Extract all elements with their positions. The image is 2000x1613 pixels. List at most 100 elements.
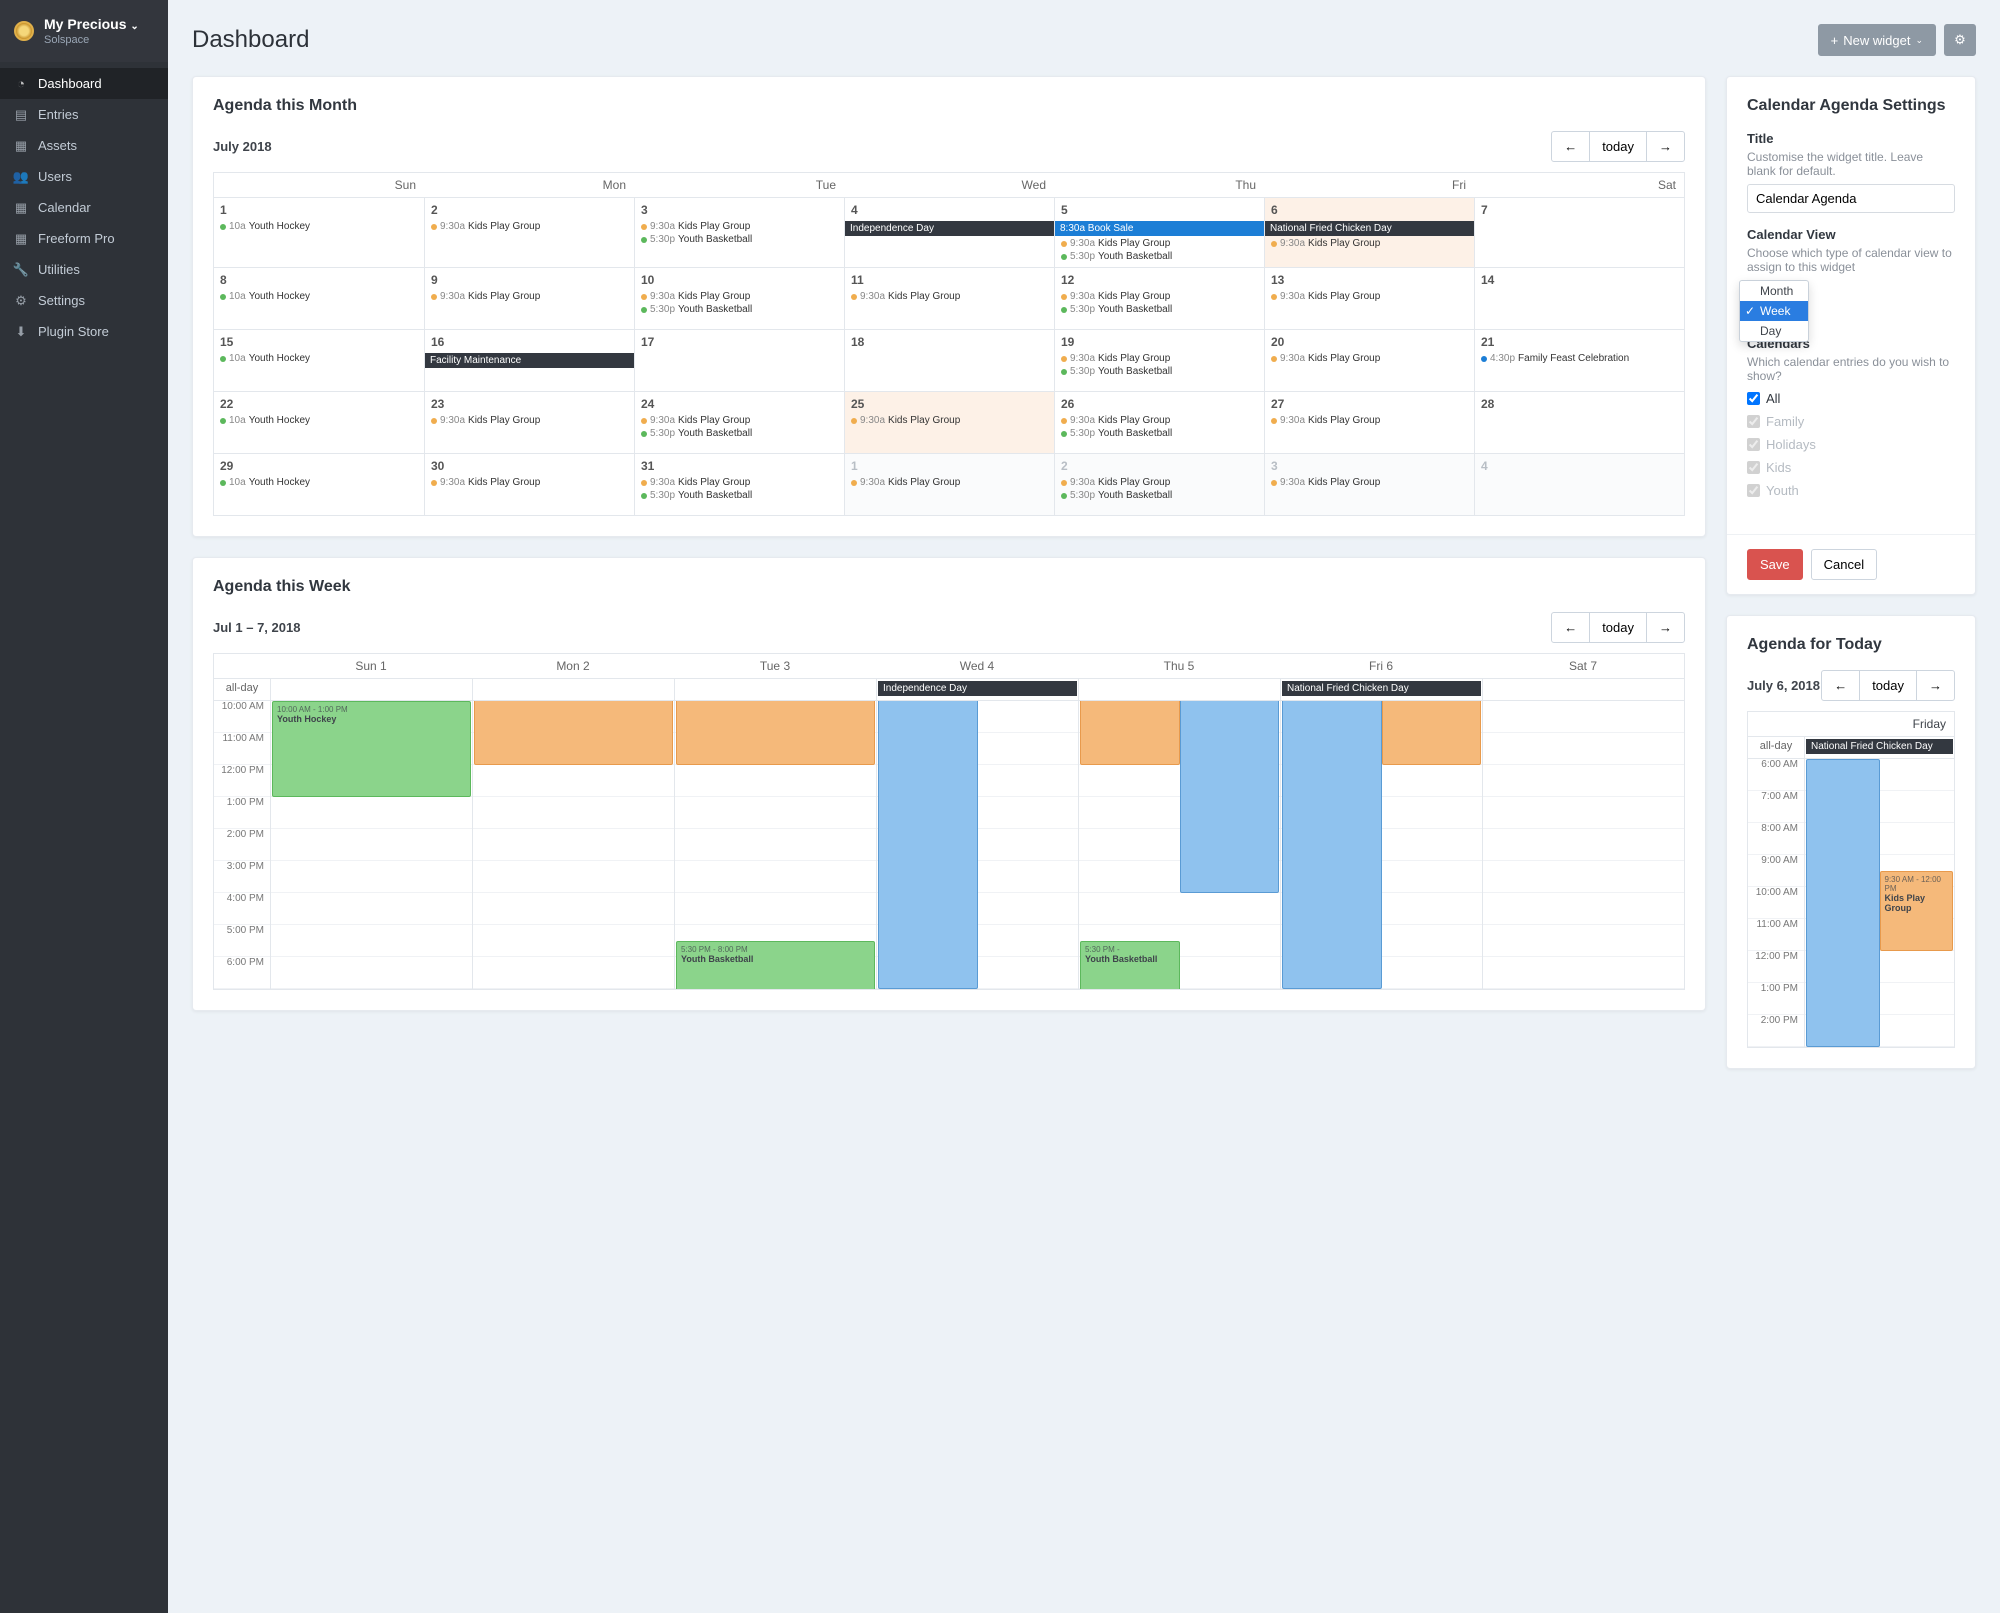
week-grid[interactable]: Sun 1Mon 2Tue 3Wed 4Thu 5Fri 6Sat 7 all-… [213, 653, 1685, 990]
settings-button[interactable]: ⚙ [1944, 24, 1976, 56]
day-cell[interactable]: 119:30a Kids Play Group [844, 268, 1054, 329]
today-grid[interactable]: Friday all-day National Fried Chicken Da… [1747, 711, 1955, 1048]
event[interactable]: 9:30a Kids Play Group [847, 290, 1052, 303]
day-cell[interactable]: 109:30a Kids Play Group5:30p Youth Baske… [634, 268, 844, 329]
view-dropdown[interactable]: MonthWeekDay [1739, 280, 1809, 342]
day-cell[interactable]: 199:30a Kids Play Group5:30p Youth Baske… [1054, 330, 1264, 391]
allday-event[interactable]: National Fried Chicken Day [1282, 681, 1481, 696]
nav-item-entries[interactable]: ▤Entries [0, 99, 168, 130]
event[interactable]: 9:30a Kids Play Group [637, 476, 842, 489]
event[interactable]: 9:30a Kids Play Group [1267, 237, 1472, 250]
day-cell[interactable]: 39:30a Kids Play Group5:30p Youth Basket… [634, 198, 844, 267]
nav-item-utilities[interactable]: 🔧Utilities [0, 254, 168, 285]
day-cell[interactable]: 269:30a Kids Play Group5:30p Youth Baske… [1054, 392, 1264, 453]
event[interactable]: 9:30a Kids Play Group [1057, 352, 1262, 365]
event[interactable]: 9:30a Kids Play Group [1267, 352, 1472, 365]
week-event[interactable] [1282, 701, 1382, 989]
day-cell[interactable]: 279:30a Kids Play Group [1264, 392, 1474, 453]
day-cell[interactable]: 99:30a Kids Play Group [424, 268, 634, 329]
next-button[interactable]: → [1646, 612, 1685, 643]
event-bar[interactable]: Facility Maintenance [425, 353, 634, 368]
event[interactable]: 9:30a Kids Play Group [637, 220, 842, 233]
check-all[interactable]: All [1747, 389, 1955, 408]
event[interactable]: 9:30a Kids Play Group [1057, 414, 1262, 427]
day-cell[interactable]: 2910a Youth Hockey [214, 454, 424, 515]
event[interactable]: 9:30a Kids Play Group [1057, 237, 1262, 250]
check-option[interactable]: Holidays [1747, 435, 1955, 454]
event[interactable]: 10a Youth Hockey [216, 352, 422, 365]
allday-event[interactable]: National Fried Chicken Day [1806, 739, 1953, 754]
nav-item-freeform-pro[interactable]: ▦Freeform Pro [0, 223, 168, 254]
today-event[interactable] [1806, 759, 1880, 1047]
day-cell[interactable]: 7 [1474, 198, 1684, 267]
allday-event[interactable]: Independence Day [878, 681, 1077, 696]
nav-item-users[interactable]: 👥Users [0, 161, 168, 192]
event[interactable]: 9:30a Kids Play Group [1057, 476, 1262, 489]
new-widget-button[interactable]: + New widget ⌄ [1818, 24, 1936, 56]
week-event[interactable]: Kids Play Group [1382, 701, 1482, 765]
day-cell[interactable]: 2210a Youth Hockey [214, 392, 424, 453]
event[interactable]: 5:30p Youth Basketball [1057, 365, 1262, 378]
event[interactable]: 5:30p Youth Basketball [637, 427, 842, 440]
day-cell[interactable]: 29:30a Kids Play Group5:30p Youth Basket… [1054, 454, 1264, 515]
event-bar[interactable]: 8:30a Book Sale [1055, 221, 1264, 236]
event-bar[interactable]: National Fried Chicken Day [1265, 221, 1474, 236]
event[interactable]: 5:30p Youth Basketball [637, 489, 842, 502]
checkbox[interactable] [1747, 438, 1760, 451]
day-cell[interactable]: 110a Youth Hockey [214, 198, 424, 267]
day-cell[interactable]: 28 [1474, 392, 1684, 453]
day-cell[interactable]: 39:30a Kids Play Group [1264, 454, 1474, 515]
today-button[interactable]: today [1859, 670, 1917, 701]
day-cell[interactable]: 139:30a Kids Play Group [1264, 268, 1474, 329]
prev-button[interactable]: ← [1821, 670, 1860, 701]
nav-item-assets[interactable]: ▦Assets [0, 130, 168, 161]
dropdown-option[interactable]: Day [1740, 321, 1808, 341]
event[interactable]: 9:30a Kids Play Group [427, 476, 632, 489]
week-event[interactable] [1180, 701, 1280, 893]
cancel-button[interactable]: Cancel [1811, 549, 1877, 580]
save-button[interactable]: Save [1747, 549, 1803, 580]
event[interactable]: 9:30a Kids Play Group [1267, 414, 1472, 427]
checkbox[interactable] [1747, 415, 1760, 428]
event[interactable]: 5:30p Youth Basketball [1057, 250, 1262, 263]
checkbox[interactable] [1747, 484, 1760, 497]
day-cell[interactable]: 58:30a Book Sale9:30a Kids Play Group5:3… [1054, 198, 1264, 267]
today-button[interactable]: today [1589, 612, 1647, 643]
checkbox[interactable] [1747, 461, 1760, 474]
day-cell[interactable]: 309:30a Kids Play Group [424, 454, 634, 515]
check-option[interactable]: Youth [1747, 481, 1955, 500]
day-cell[interactable]: 17 [634, 330, 844, 391]
check-option[interactable]: Family [1747, 412, 1955, 431]
day-cell[interactable]: 6National Fried Chicken Day9:30a Kids Pl… [1264, 198, 1474, 267]
day-cell[interactable]: 239:30a Kids Play Group [424, 392, 634, 453]
brand[interactable]: My Precious ⌄ Solspace [0, 0, 168, 62]
prev-button[interactable]: ← [1551, 612, 1590, 643]
title-input[interactable] [1747, 184, 1955, 213]
week-event[interactable]: Kids Play Group [1080, 701, 1180, 765]
event[interactable]: 10a Youth Hockey [216, 414, 422, 427]
dropdown-option[interactable]: Month [1740, 281, 1808, 301]
event[interactable]: 9:30a Kids Play Group [1267, 476, 1472, 489]
prev-button[interactable]: ← [1551, 131, 1590, 162]
event[interactable]: 9:30a Kids Play Group [427, 290, 632, 303]
event[interactable]: 9:30a Kids Play Group [1267, 290, 1472, 303]
week-event[interactable]: Kids Play Group [474, 701, 673, 765]
dropdown-option[interactable]: Week [1740, 301, 1808, 321]
day-cell[interactable]: 209:30a Kids Play Group [1264, 330, 1474, 391]
event[interactable]: 5:30p Youth Basketball [1057, 303, 1262, 316]
day-cell[interactable]: 259:30a Kids Play Group [844, 392, 1054, 453]
event[interactable]: 5:30p Youth Basketball [637, 303, 842, 316]
day-cell[interactable]: 319:30a Kids Play Group5:30p Youth Baske… [634, 454, 844, 515]
event[interactable]: 5:30p Youth Basketball [1057, 427, 1262, 440]
nav-item-dashboard[interactable]: ◔Dashboard [0, 68, 168, 99]
day-cell[interactable]: 4 [1474, 454, 1684, 515]
nav-item-plugin-store[interactable]: ⬇Plugin Store [0, 316, 168, 347]
event[interactable]: 9:30a Kids Play Group [847, 414, 1052, 427]
today-button[interactable]: today [1589, 131, 1647, 162]
event[interactable]: 10a Youth Hockey [216, 220, 422, 233]
day-cell[interactable]: 4Independence Day [844, 198, 1054, 267]
week-event[interactable]: Kids Play Group [676, 701, 875, 765]
day-cell[interactable]: 1510a Youth Hockey [214, 330, 424, 391]
event[interactable]: 5:30p Youth Basketball [637, 233, 842, 246]
event[interactable]: 10a Youth Hockey [216, 476, 422, 489]
